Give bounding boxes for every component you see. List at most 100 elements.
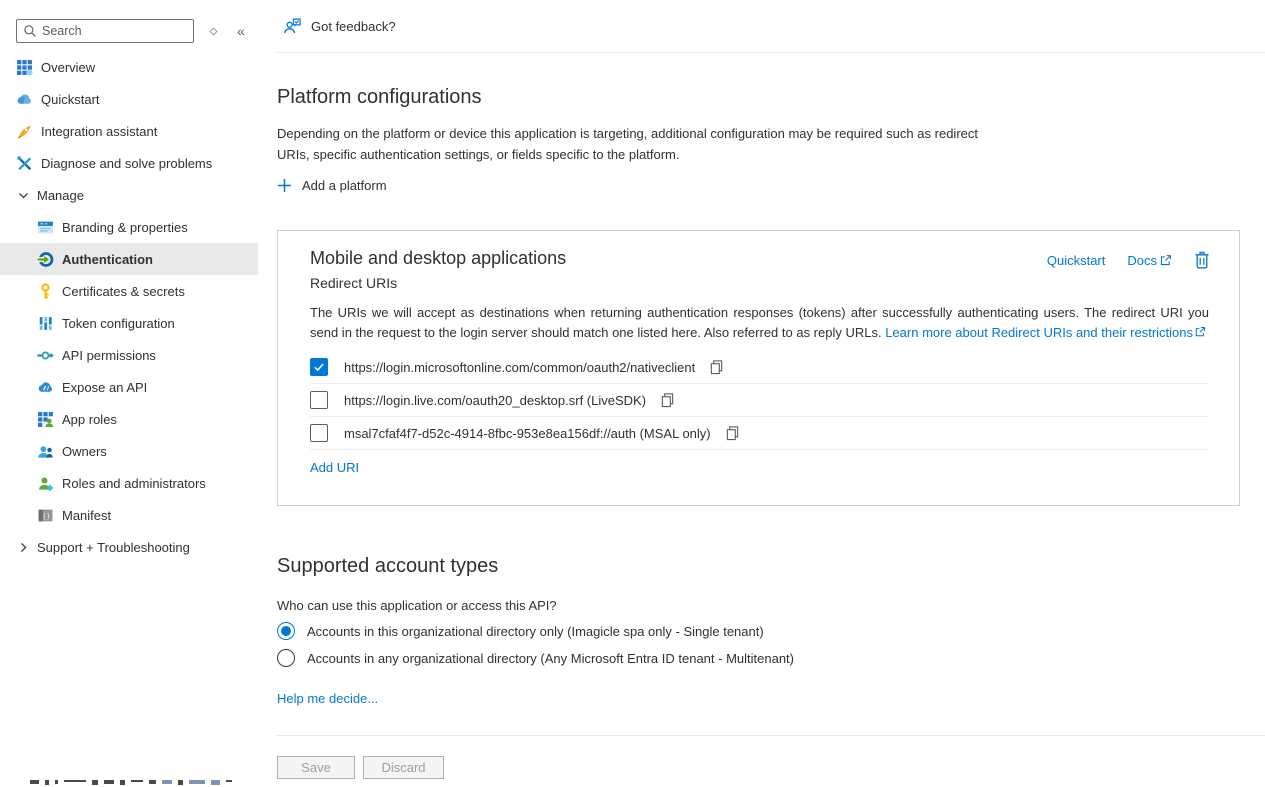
- add-uri-link[interactable]: Add URI: [310, 460, 359, 475]
- redirect-uri-value: https://login.microsoftonline.com/common…: [344, 360, 695, 375]
- card-title: Mobile and desktop applications: [310, 248, 566, 269]
- account-types-question: Who can use this application or access t…: [277, 598, 557, 613]
- got-feedback-button[interactable]: Got feedback?: [283, 17, 396, 36]
- got-feedback-label: Got feedback?: [311, 19, 396, 34]
- owners-icon: [37, 443, 54, 460]
- sidebar-search-row: «: [0, 0, 258, 49]
- sidebar-item-app-roles[interactable]: App roles: [0, 403, 258, 435]
- plus-icon: [277, 178, 292, 193]
- redirect-uris-description: The URIs we will accept as destinations …: [310, 303, 1209, 343]
- search-icon: [23, 24, 37, 38]
- sidebar-item-expose-api[interactable]: Expose an API: [0, 371, 258, 403]
- roles-administrators-icon: [37, 475, 54, 492]
- supported-account-types-title: Supported account types: [277, 555, 498, 578]
- sidebar-item-quickstart[interactable]: Quickstart: [0, 83, 258, 115]
- overview-icon: [16, 59, 33, 76]
- uri-checkbox-unchecked[interactable]: [310, 424, 328, 442]
- card-header-links: Quickstart Docs: [1047, 251, 1210, 269]
- radio-selected[interactable]: [277, 622, 295, 640]
- sidebar-group-support[interactable]: Support + Troubleshooting: [0, 531, 258, 563]
- sidebar-item-label: Manifest: [62, 508, 111, 523]
- delete-platform-trash-icon[interactable]: [1194, 251, 1210, 269]
- pin-diamond-icon[interactable]: [208, 26, 219, 37]
- redirect-uri-row: msal7cfaf4f7-d52c-4914-8fbc-953e8ea156df…: [310, 417, 1209, 450]
- docs-link-label: Docs: [1127, 253, 1157, 268]
- redirect-uri-value: https://login.live.com/oauth20_desktop.s…: [344, 393, 646, 408]
- clipped-text: [30, 780, 232, 787]
- sidebar-item-overview[interactable]: Overview: [0, 51, 258, 83]
- expose-api-icon: [37, 379, 54, 396]
- integration-assistant-icon: [16, 123, 33, 140]
- copy-icon[interactable]: [660, 392, 675, 408]
- account-type-option-single-tenant[interactable]: Accounts in this organizational director…: [277, 622, 764, 640]
- footer-buttons: Save Discard: [277, 756, 444, 779]
- search-input[interactable]: [42, 24, 187, 38]
- uri-checkbox-unchecked[interactable]: [310, 391, 328, 409]
- collapse-sidebar-icon[interactable]: «: [237, 23, 245, 39]
- mobile-desktop-applications-card: Mobile and desktop applications Redirect…: [277, 230, 1240, 506]
- redirect-uri-row: https://login.live.com/oauth20_desktop.s…: [310, 384, 1209, 417]
- quickstart-link[interactable]: Quickstart: [1047, 253, 1106, 268]
- sidebar-item-label: API permissions: [62, 348, 156, 363]
- feedback-icon: [283, 17, 302, 36]
- external-link-icon: [1159, 254, 1172, 267]
- external-link-icon: [1194, 326, 1206, 338]
- uri-checkbox-checked[interactable]: [310, 358, 328, 376]
- sidebar-item-label: Quickstart: [41, 92, 100, 107]
- sidebar-item-label: Overview: [41, 60, 95, 75]
- docs-link[interactable]: Docs: [1127, 253, 1172, 268]
- sidebar-item-owners[interactable]: Owners: [0, 435, 258, 467]
- help-me-decide-link[interactable]: Help me decide...: [277, 691, 378, 706]
- redirect-uri-row: https://login.microsoftonline.com/common…: [310, 351, 1209, 384]
- account-type-option-label: Accounts in this organizational director…: [307, 624, 764, 639]
- sidebar-item-label: Roles and administrators: [62, 476, 206, 491]
- certificates-icon: [37, 283, 54, 300]
- sidebar-item-roles-administrators[interactable]: Roles and administrators: [0, 467, 258, 499]
- sidebar-item-label: Branding & properties: [62, 220, 188, 235]
- copy-icon[interactable]: [709, 359, 724, 375]
- sidebar-item-label: Owners: [62, 444, 107, 459]
- sidebar-group-label: Manage: [37, 188, 84, 203]
- account-type-option-multitenant[interactable]: Accounts in any organizational directory…: [277, 649, 794, 667]
- sidebar-item-token-configuration[interactable]: Token configuration: [0, 307, 258, 339]
- sidebar-item-label: Expose an API: [62, 380, 147, 395]
- token-configuration-icon: [37, 315, 54, 332]
- footer-divider: [277, 735, 1265, 736]
- redirect-uri-value: msal7cfaf4f7-d52c-4914-8fbc-953e8ea156df…: [344, 426, 711, 441]
- sidebar-item-label: Authentication: [62, 252, 153, 267]
- sidebar-item-manifest[interactable]: {} Manifest: [0, 499, 258, 531]
- sidebar-group-manage[interactable]: Manage: [0, 179, 258, 211]
- add-platform-button[interactable]: Add a platform: [277, 178, 387, 193]
- sidebar-item-label: App roles: [62, 412, 117, 427]
- discard-button[interactable]: Discard: [363, 756, 444, 779]
- copy-icon[interactable]: [725, 425, 740, 441]
- account-type-option-label: Accounts in any organizational directory…: [307, 651, 794, 666]
- quickstart-icon: [16, 91, 33, 108]
- svg-text:{}: {}: [42, 512, 50, 520]
- branding-icon: [37, 219, 54, 236]
- sidebar: « Overview Quickstart Integration assist…: [0, 0, 258, 787]
- app-roles-icon: [37, 411, 54, 428]
- sidebar-item-label: Token configuration: [62, 316, 175, 331]
- search-box[interactable]: [16, 19, 194, 43]
- save-button[interactable]: Save: [277, 756, 355, 779]
- sidebar-item-api-permissions[interactable]: API permissions: [0, 339, 258, 371]
- learn-more-link[interactable]: Learn more about Redirect URIs and their…: [885, 325, 1193, 340]
- sidebar-item-integration-assistant[interactable]: Integration assistant: [0, 115, 258, 147]
- sidebar-item-certificates[interactable]: Certificates & secrets: [0, 275, 258, 307]
- sidebar-item-diagnose[interactable]: Diagnose and solve problems: [0, 147, 258, 179]
- sidebar-nav: Overview Quickstart Integration assistan…: [0, 51, 258, 563]
- sidebar-item-label: Integration assistant: [41, 124, 157, 139]
- manifest-icon: {}: [37, 507, 54, 524]
- chevron-right-icon: [16, 540, 30, 554]
- add-platform-label: Add a platform: [302, 178, 387, 193]
- diagnose-icon: [16, 155, 33, 172]
- platform-configurations-title: Platform configurations: [277, 86, 482, 109]
- sidebar-group-label: Support + Troubleshooting: [37, 540, 190, 555]
- sidebar-item-authentication[interactable]: Authentication: [0, 243, 258, 275]
- radio-unselected[interactable]: [277, 649, 295, 667]
- api-permissions-icon: [37, 347, 54, 364]
- sidebar-item-label: Certificates & secrets: [62, 284, 185, 299]
- sidebar-item-branding[interactable]: Branding & properties: [0, 211, 258, 243]
- chevron-down-icon: [16, 188, 30, 202]
